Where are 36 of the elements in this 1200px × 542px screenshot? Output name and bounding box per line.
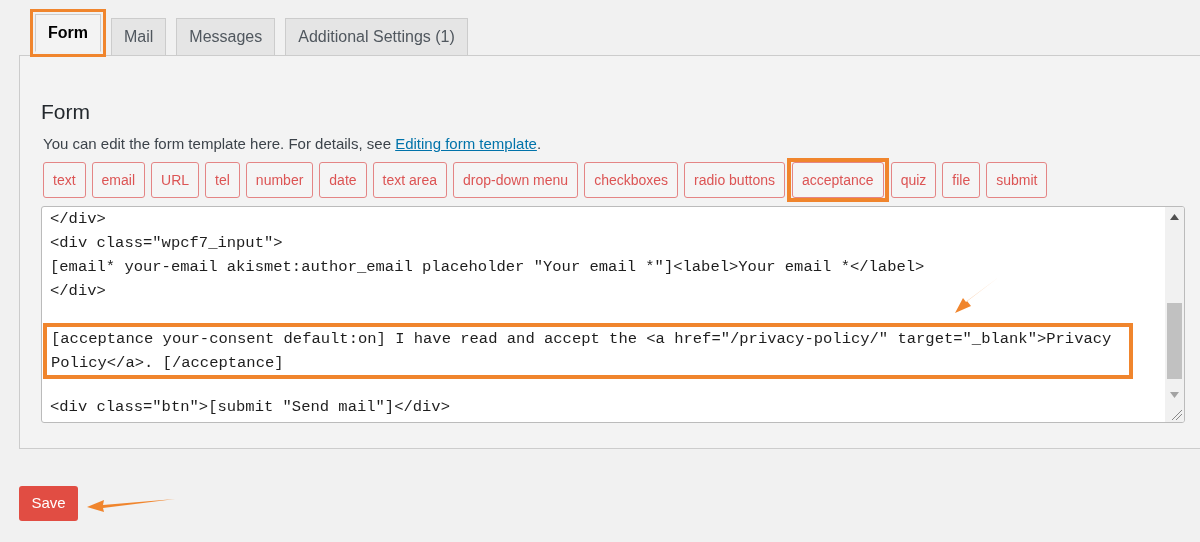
tag-button[interactable]: submit	[986, 162, 1048, 198]
tag-button[interactable]: drop-down menu	[453, 162, 579, 198]
tag-button[interactable]: quiz	[890, 162, 937, 198]
tag-button[interactable]: radio buttons	[684, 162, 785, 198]
tag-button[interactable]: email	[91, 162, 146, 198]
code-line: <div class="btn">[submit "Send mail"]</div>	[50, 397, 450, 418]
save-button[interactable]: Save	[19, 486, 78, 521]
tag-button[interactable]: number	[245, 162, 314, 198]
code-editor[interactable]	[41, 206, 1185, 423]
code-line: <div class="wpcf7_input">	[50, 233, 283, 254]
scrollbar-thumb[interactable]	[1167, 303, 1182, 379]
tag-button[interactable]: date	[319, 162, 367, 198]
scrollbar[interactable]	[1165, 207, 1184, 422]
tab[interactable]: Form	[35, 14, 101, 52]
tab[interactable]: Additional Settings (1)	[285, 18, 468, 56]
tag-button[interactable]: text area	[372, 162, 448, 198]
code-line: Policy</a>. [/acceptance]	[51, 353, 284, 374]
code-line: </div>	[50, 281, 106, 302]
help-link[interactable]: Editing form template	[395, 134, 537, 154]
code-line: [email* your-email akismet:author_email placeholder "Your email *"]<label>Your email *</label>	[50, 257, 925, 278]
tag-button[interactable]: acceptance	[792, 162, 884, 198]
code-line: [acceptance your-consent default:on] I have read and accept the <a href="/privacy-policy/" target="_blank">Privacy	[51, 329, 1112, 350]
tag-button[interactable]: URL	[151, 162, 200, 198]
section-heading: Form	[41, 99, 91, 125]
tag-button[interactable]: text	[43, 162, 86, 198]
tag-button[interactable]: file	[942, 162, 981, 198]
description-text: You can edit the form template here. For details, see	[43, 134, 392, 154]
scroll-up-icon[interactable]	[1170, 214, 1179, 220]
tab[interactable]: Mail	[111, 18, 167, 56]
tag-button[interactable]: tel	[205, 162, 240, 198]
tab[interactable]: Messages	[176, 18, 276, 56]
period-text: .	[536, 134, 542, 154]
scroll-down-icon[interactable]	[1170, 392, 1179, 398]
code-line: </div>	[50, 209, 106, 230]
tag-button[interactable]: checkboxes	[584, 162, 679, 198]
resize-grip-icon[interactable]	[1172, 410, 1182, 420]
